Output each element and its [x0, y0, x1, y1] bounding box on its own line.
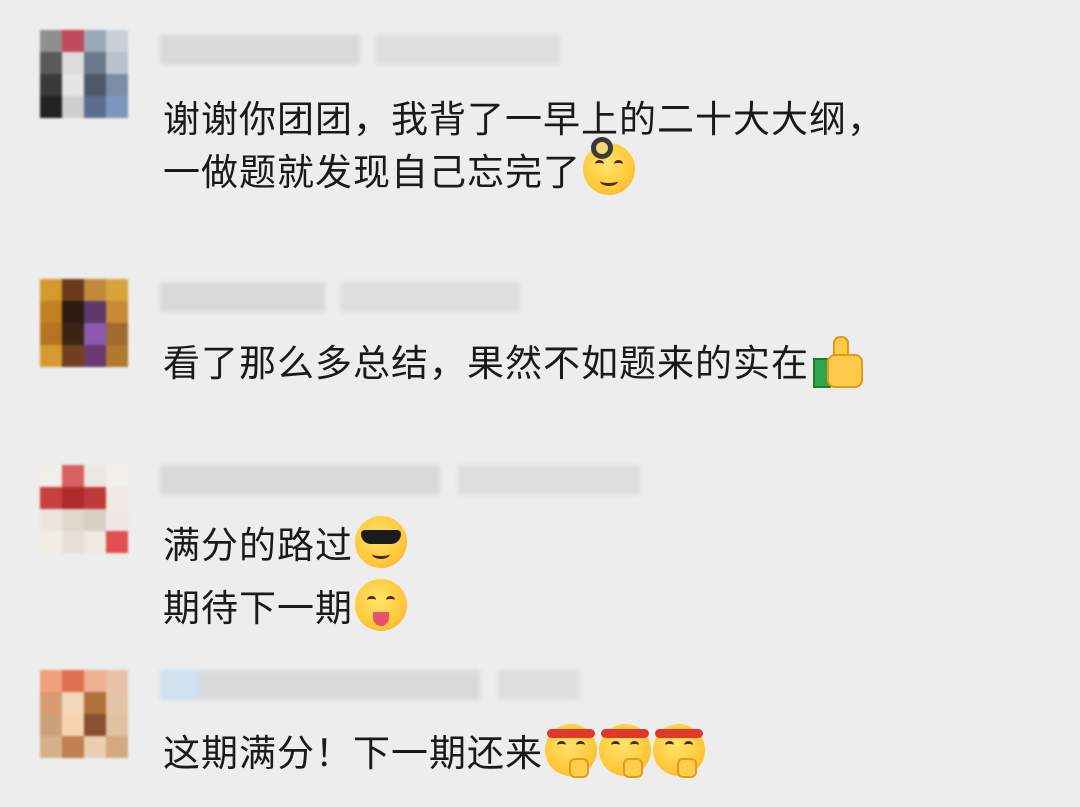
blurred-username-suffix [498, 670, 580, 700]
comment-item: 看了那么多总结，果然不如题来的实在 [0, 274, 1080, 394]
winking-tongue-face-emoji-icon [355, 579, 407, 631]
comment-text: 这期满分！下一期还来 [163, 724, 705, 778]
blurred-username-suffix [458, 465, 640, 495]
comment-line: 这期满分！下一期还来 [163, 732, 543, 775]
blurred-username[interactable] [160, 670, 480, 700]
comment-text: 满分的路过 期待下一期 [163, 516, 407, 632]
blurred-username[interactable] [160, 465, 440, 495]
headband-face-emoji-icon [653, 724, 705, 778]
sunglasses-face-emoji-icon [355, 516, 407, 568]
avatar[interactable] [40, 30, 128, 118]
comment-line: 一做题就发现自己忘完了 [163, 151, 581, 194]
thumbs-up-emoji-icon [811, 334, 863, 388]
avatar[interactable] [40, 670, 128, 758]
blurred-username-suffix [340, 282, 520, 312]
comment-text: 谢谢你团团，我背了一早上的二十大大纲， 一做题就发现自己忘完了 [163, 96, 885, 196]
comment-item: 这期满分！下一期还来 [0, 660, 1080, 800]
blurred-username[interactable] [160, 282, 325, 312]
headband-face-emoji-icon [545, 724, 597, 778]
headband-face-emoji-icon [599, 724, 651, 778]
comment-text: 看了那么多总结，果然不如题来的实在 [163, 334, 863, 388]
comment-item: 满分的路过 期待下一期 [0, 460, 1080, 640]
blurred-username[interactable] [160, 35, 360, 65]
comment-item: 谢谢你团团，我背了一早上的二十大大纲， 一做题就发现自己忘完了 [0, 30, 1080, 220]
avatar[interactable] [40, 465, 128, 553]
comment-line: 满分的路过 [163, 524, 353, 567]
comment-line: 期待下一期 [163, 587, 353, 630]
blurred-username-suffix [375, 35, 560, 65]
comment-line: 看了那么多总结，果然不如题来的实在 [163, 342, 809, 385]
avatar[interactable] [40, 279, 128, 367]
pan-face-emoji-icon [583, 137, 635, 195]
comment-line: 谢谢你团团，我背了一早上的二十大大纲， [163, 98, 885, 141]
